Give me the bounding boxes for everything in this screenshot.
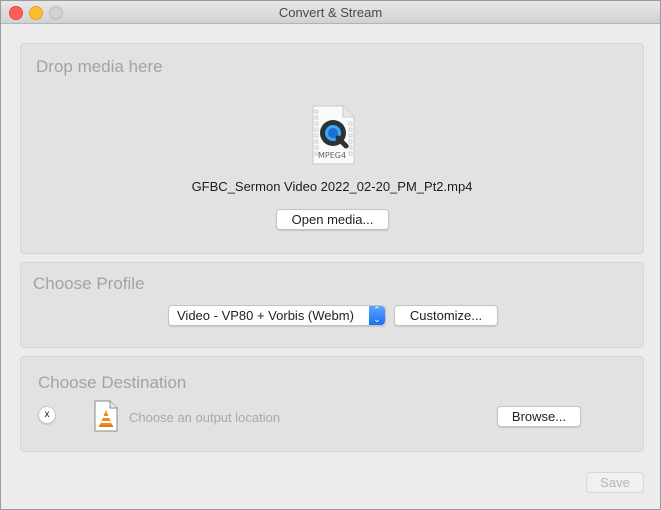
choose-destination-title: Choose Destination <box>38 373 187 392</box>
vlc-file-icon <box>93 400 119 432</box>
profile-select-value: Video - VP80 + Vorbis (Webm) <box>177 308 354 323</box>
title-bar: Convert & Stream <box>1 1 660 24</box>
choose-destination-panel: Choose Destination x Choose an output lo… <box>20 356 644 452</box>
profile-select[interactable]: Video - VP80 + Vorbis (Webm) ⌃ ⌄ <box>168 305 386 326</box>
save-button: Save <box>586 472 644 493</box>
customize-button[interactable]: Customize... <box>394 305 498 326</box>
convert-stream-window: Convert & Stream Drop media here MPEG4 G… <box>0 0 661 510</box>
drop-media-title: Drop media here <box>36 57 163 76</box>
browse-button[interactable]: Browse... <box>497 406 581 427</box>
choose-profile-panel: Choose Profile Video - VP80 + Vorbis (We… <box>20 262 644 348</box>
drop-media-panel[interactable]: Drop media here MPEG4 GFBC_Sermon Video … <box>20 43 644 254</box>
updown-chevron-icon: ⌃ ⌄ <box>369 306 385 325</box>
choose-profile-title: Choose Profile <box>33 274 145 293</box>
window-title: Convert & Stream <box>278 5 383 20</box>
clear-destination-button[interactable]: x <box>38 406 56 424</box>
output-location-placeholder: Choose an output location <box>129 410 281 425</box>
media-file-name: GFBC_Sermon Video 2022_02-20_PM_Pt2.mp4 <box>191 179 473 194</box>
mpeg4-file-icon: MPEG4 <box>310 104 356 166</box>
file-type-label: MPEG4 <box>318 151 347 160</box>
open-media-button[interactable]: Open media... <box>276 209 389 230</box>
